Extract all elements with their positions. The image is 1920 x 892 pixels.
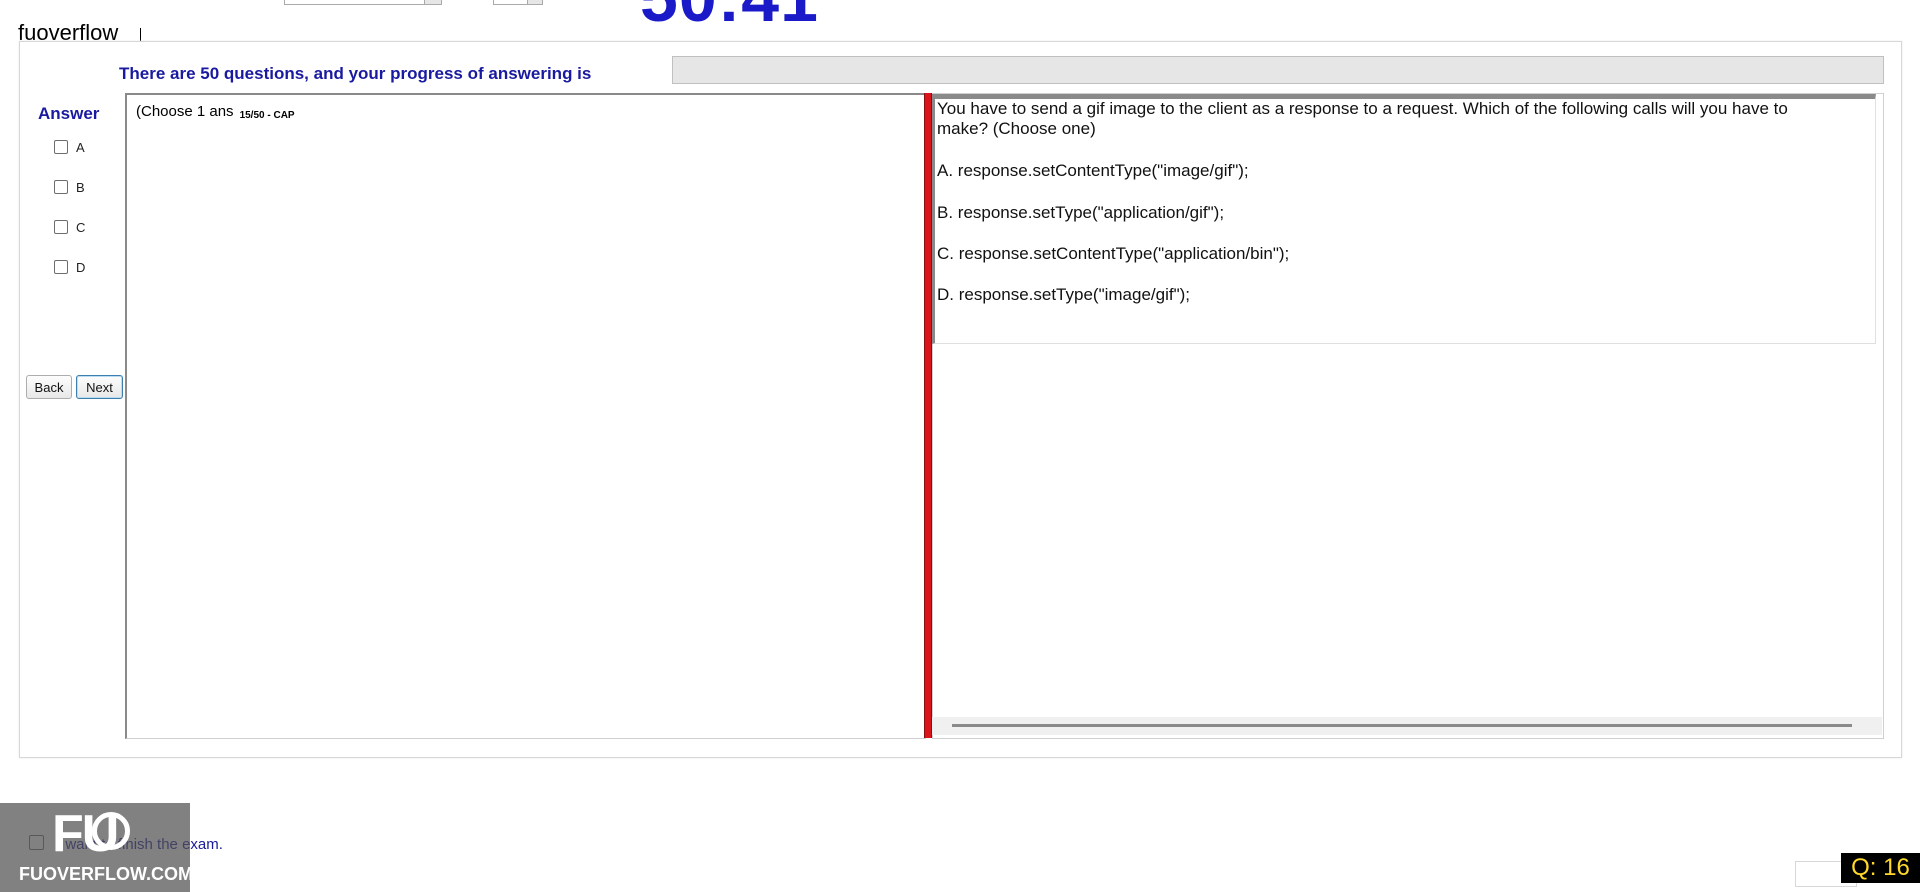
- countdown-timer: 50:41: [640, 0, 819, 32]
- pane-splitter[interactable]: [924, 93, 932, 738]
- question-number-badge: Q: 16: [1841, 853, 1920, 883]
- dropdown-button[interactable]: [424, 0, 441, 4]
- checkbox-icon[interactable]: [54, 260, 68, 274]
- checkbox-icon[interactable]: [54, 140, 68, 154]
- back-button[interactable]: Back: [26, 375, 72, 399]
- question-code: 15/50 - CAP: [239, 110, 295, 121]
- question-option-d: D. response.setType("image/gif");: [937, 285, 1191, 304]
- question-option-b: B. response.setType("application/gif");: [937, 203, 1225, 222]
- checkbox-icon[interactable]: [54, 220, 68, 234]
- progress-label: There are 50 questions, and your progres…: [119, 64, 592, 83]
- font-size-field[interactable]: [493, 0, 543, 5]
- answer-option-d[interactable]: D: [54, 259, 85, 275]
- answer-option-a[interactable]: A: [54, 139, 85, 155]
- answer-pane-text: (Choose 1 ans 15/50 - CAP: [136, 103, 295, 121]
- option-label: D: [76, 259, 86, 275]
- logo-ring-icon: [92, 812, 130, 850]
- option-label: B: [76, 179, 85, 195]
- progress-bar: [672, 56, 1884, 84]
- answer-pane-hint: (Choose 1 ans: [136, 103, 234, 120]
- scrollbar-thumb[interactable]: [952, 724, 1852, 727]
- exam-code-field[interactable]: [284, 0, 442, 5]
- question-option-a: A. response.setContentType("image/gif");: [937, 161, 1249, 180]
- answer-option-c[interactable]: C: [54, 219, 85, 235]
- next-button[interactable]: Next: [76, 375, 123, 399]
- option-label: C: [76, 219, 86, 235]
- answer-option-b[interactable]: B: [54, 179, 85, 195]
- option-label: A: [76, 139, 85, 155]
- question-text: You have to send a gif image to the clie…: [937, 99, 1788, 138]
- question-option-c: C. response.setContentType("application/…: [937, 244, 1290, 263]
- answer-title: Answer: [38, 104, 100, 123]
- spinner-button[interactable]: [527, 0, 542, 4]
- logo-text: FUOVERFLOW.COM: [19, 864, 193, 884]
- answer-text-pane[interactable]: [125, 93, 926, 739]
- checkbox-icon[interactable]: [54, 180, 68, 194]
